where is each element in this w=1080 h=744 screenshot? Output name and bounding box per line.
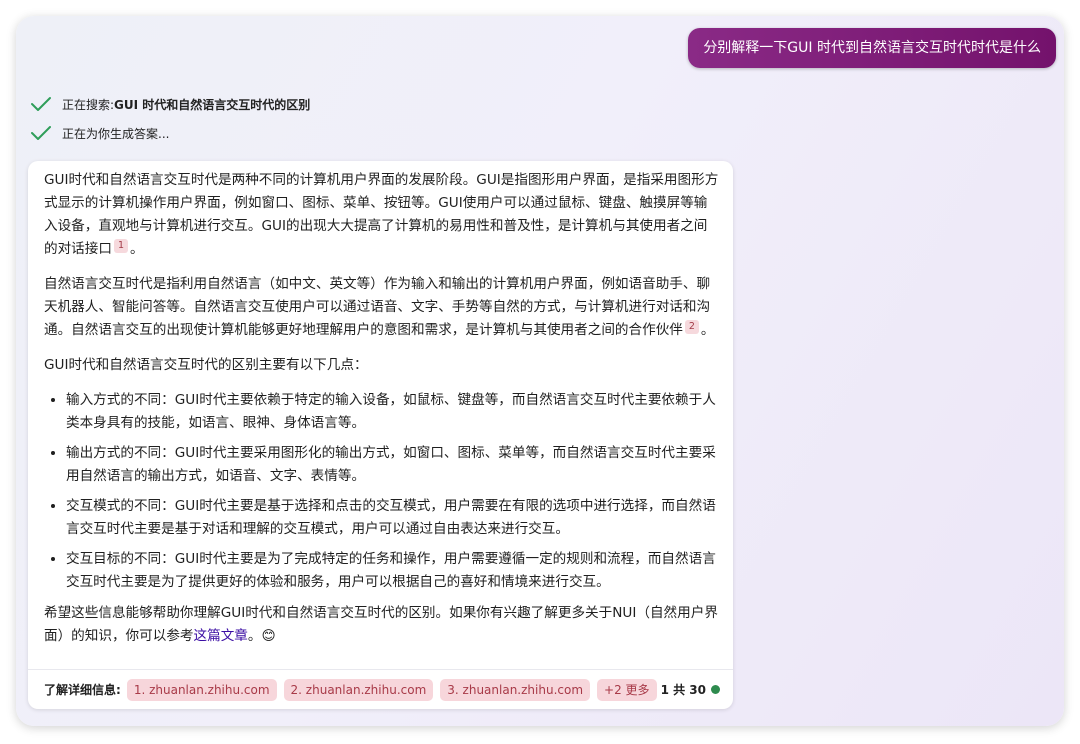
- difference-list: 输入方式的不同：GUI时代主要依赖于特定的输入设备，如鼠标、键盘等，而自然语言交…: [44, 389, 720, 594]
- status-dot-icon: [711, 685, 720, 694]
- paragraph-end: 。: [700, 322, 715, 338]
- checkmark-icon: [31, 97, 51, 111]
- checkmark-icon: [31, 126, 51, 140]
- search-status-row: 正在搜索: GUI 时代和自然语言交互时代的区别: [30, 93, 310, 115]
- answer-paragraph: GUI时代和自然语言交互时代是两种不同的计算机用户界面的发展阶段。GUI是指图形…: [44, 169, 720, 261]
- learn-more-label: 了解详细信息:: [44, 683, 121, 697]
- chat-window: 分别解释一下GUI 时代到自然语言交互时代时代是什么 正在搜索: GUI 时代和…: [16, 16, 1064, 726]
- answer-paragraph: GUI时代和自然语言交互时代的区别主要有以下几点：: [44, 357, 368, 373]
- list-item: 输出方式的不同：GUI时代主要采用图形化的输出方式，如窗口、图标、菜单等，而自然…: [66, 442, 720, 488]
- user-message-bubble: 分别解释一下GUI 时代到自然语言交互时代时代是什么: [688, 28, 1056, 68]
- search-query: GUI 时代和自然语言交互时代的区别: [114, 97, 311, 112]
- paragraph-text: GUI时代和自然语言交互时代是两种不同的计算机用户界面的发展阶段。GUI是指图形…: [44, 172, 719, 257]
- paragraph-text: 自然语言交互时代是指利用自然语言（如中文、英文等）作为输入和输出的计算机用户界面…: [44, 276, 711, 338]
- list-item: 交互模式的不同：GUI时代主要是基于选择和点击的交互模式，用户需要在有限的选项中…: [66, 495, 720, 541]
- learn-more-bar: 了解详细信息: 1. zhuanlan.zhihu.com 2. zhuanla…: [28, 669, 733, 709]
- paragraph-end: 。: [247, 628, 262, 644]
- answer-card: GUI时代和自然语言交互时代是两种不同的计算机用户界面的发展阶段。GUI是指图形…: [28, 161, 733, 709]
- answer-body: GUI时代和自然语言交互时代是两种不同的计算机用户界面的发展阶段。GUI是指图形…: [44, 169, 720, 660]
- list-item: 输入方式的不同：GUI时代主要依赖于特定的输入设备，如鼠标、键盘等，而自然语言交…: [66, 389, 720, 435]
- article-link[interactable]: 这篇文章: [194, 628, 248, 644]
- citation-badge[interactable]: 2: [684, 320, 699, 334]
- source-link-3[interactable]: 3. zhuanlan.zhihu.com: [440, 678, 591, 701]
- status-prefix: 正在搜索:: [62, 97, 115, 112]
- smile-emoji-icon: 😊: [261, 628, 276, 644]
- more-sources-button[interactable]: +2 更多: [597, 678, 657, 701]
- source-link-1[interactable]: 1. zhuanlan.zhihu.com: [126, 678, 277, 701]
- response-counter: 1 共 30: [660, 683, 706, 697]
- source-link-2[interactable]: 2. zhuanlan.zhihu.com: [283, 678, 434, 701]
- paragraph-end: 。: [129, 241, 144, 257]
- paragraph-text: 希望这些信息能够帮助你理解GUI时代和自然语言交互时代的区别。如果你有兴趣了解更…: [44, 605, 718, 644]
- answer-paragraph: 自然语言交互时代是指利用自然语言（如中文、英文等）作为输入和输出的计算机用户界面…: [44, 273, 720, 342]
- generating-status-row: 正在为你生成答案...: [30, 122, 169, 144]
- citation-badge[interactable]: 1: [113, 239, 128, 253]
- answer-paragraph: 希望这些信息能够帮助你理解GUI时代和自然语言交互时代的区别。如果你有兴趣了解更…: [44, 602, 720, 648]
- status-text: 正在为你生成答案...: [62, 126, 170, 141]
- list-item: 交互目标的不同：GUI时代主要是为了完成特定的任务和操作，用户需要遵循一定的规则…: [66, 548, 720, 594]
